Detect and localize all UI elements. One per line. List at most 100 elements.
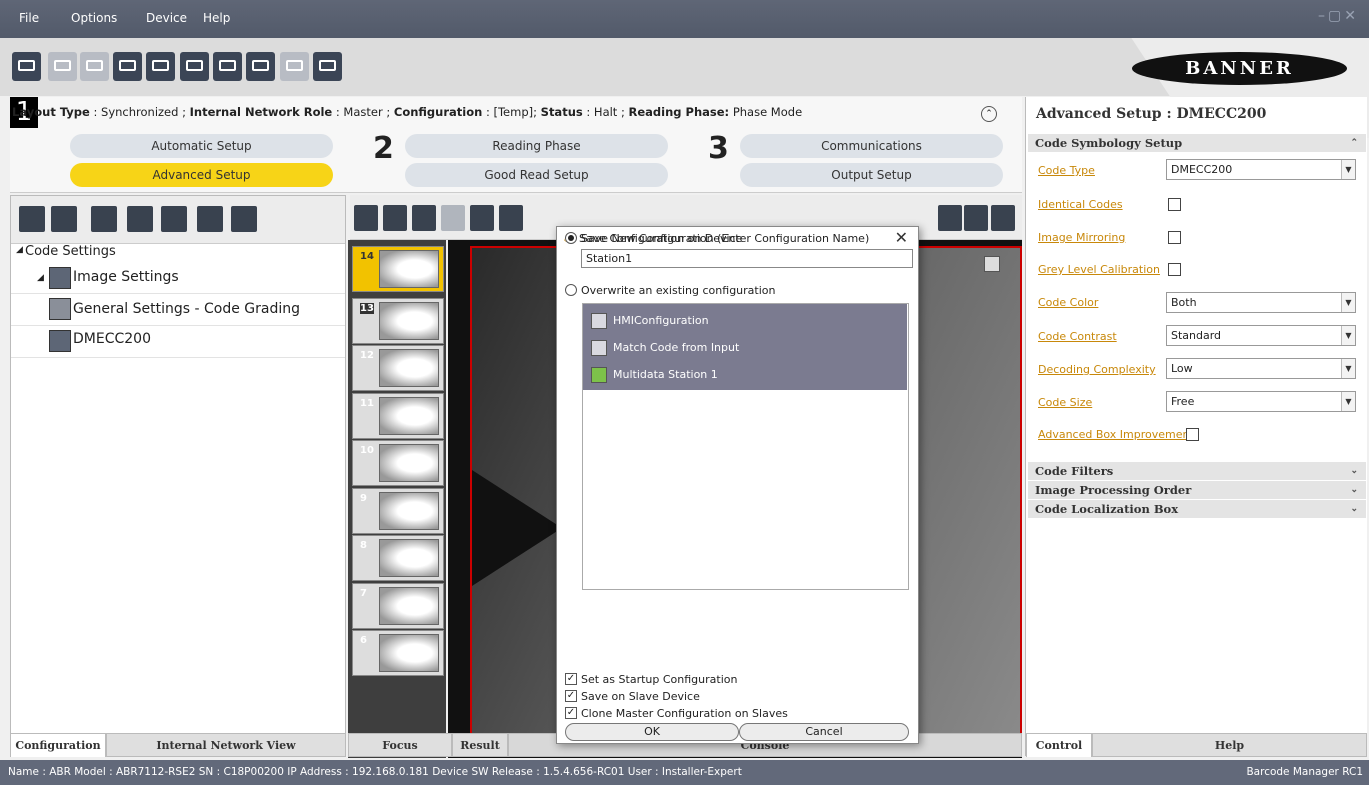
postal-code-icon[interactable]: [127, 206, 153, 232]
section-code-filters[interactable]: Code Filters ⌄: [1028, 462, 1366, 480]
save-image-icon[interactable]: [499, 205, 523, 231]
banner-logo: BANNER: [1132, 52, 1347, 85]
section-code-localization-box[interactable]: Code Localization Box ⌄: [1028, 500, 1366, 518]
thumbnail[interactable]: 14: [352, 246, 444, 292]
thumbnail[interactable]: 7: [352, 583, 444, 629]
identical-codes-checkbox[interactable]: [1168, 198, 1181, 211]
tab-configuration[interactable]: Configuration: [10, 733, 106, 757]
section-code-symbology[interactable]: Code Symbology Setup ⌃: [1028, 134, 1366, 152]
window-icon[interactable]: [113, 52, 142, 81]
active-config-icon: [591, 367, 607, 383]
grey-level-checkbox[interactable]: [1168, 263, 1181, 276]
play-icon[interactable]: [964, 205, 988, 231]
cancel-button[interactable]: Cancel: [739, 723, 909, 741]
config-file-icon: [591, 340, 607, 356]
save-configuration-dialog: ♨ Save Configuration on Device ✕ Save Ne…: [556, 226, 919, 744]
chevron-down-icon: ⌄: [1350, 466, 1358, 476]
code-type-select[interactable]: DMECC200 ▼: [1166, 159, 1356, 180]
code-color-select[interactable]: Both ▼: [1166, 292, 1356, 313]
section-image-processing-order[interactable]: Image Processing Order ⌄: [1028, 481, 1366, 499]
tree-root[interactable]: ◢ Code Settings: [11, 244, 345, 264]
decoding-complexity-select[interactable]: Low ▼: [1166, 358, 1356, 379]
main-toolbar: BANNER: [0, 38, 1369, 96]
identical-codes-label: Identical Codes: [1038, 198, 1123, 211]
image-mirroring-checkbox[interactable]: [1168, 231, 1181, 244]
menu-help[interactable]: Help: [203, 11, 230, 25]
import-icon[interactable]: [246, 52, 275, 81]
startup-checkbox[interactable]: ✓: [565, 673, 577, 685]
datamatrix-icon[interactable]: [984, 256, 1000, 272]
menu-device[interactable]: Device: [146, 11, 187, 25]
communications-button[interactable]: Communications: [740, 134, 1003, 158]
tab-help[interactable]: Help: [1092, 733, 1367, 757]
arrow-up-icon[interactable]: [354, 205, 378, 231]
thumbnail[interactable]: 12: [352, 345, 444, 391]
zoom-out-icon[interactable]: [470, 205, 494, 231]
image-mirroring-label: Image Mirroring: [1038, 231, 1126, 244]
barcode-1d-icon[interactable]: [51, 206, 77, 232]
configuration-list[interactable]: HMIConfiguration Match Code from Input M…: [582, 303, 909, 590]
code-contrast-select[interactable]: Standard ▼: [1166, 325, 1356, 346]
thumbnail[interactable]: 11: [352, 393, 444, 439]
thumbnail[interactable]: 8: [352, 535, 444, 581]
add-icon[interactable]: [19, 206, 45, 232]
good-read-setup-button[interactable]: Good Read Setup: [405, 163, 668, 187]
collapse-icon[interactable]: ⌃: [981, 106, 997, 122]
list-item[interactable]: Match Code from Input: [587, 337, 739, 359]
configuration-name-input[interactable]: Station1: [581, 249, 913, 268]
advanced-box-checkbox[interactable]: [1186, 428, 1199, 441]
send-config-icon[interactable]: [146, 52, 175, 81]
output-setup-button[interactable]: Output Setup: [740, 163, 1003, 187]
arrow-down-icon[interactable]: [383, 205, 407, 231]
tree-item-general-settings[interactable]: General Settings - Code Grading: [11, 294, 345, 326]
overwrite-label: Overwrite an existing configuration: [581, 284, 776, 297]
device-icon[interactable]: [12, 52, 41, 81]
restore-icon[interactable]: ▢: [1328, 8, 1344, 24]
delete-icon[interactable]: [197, 206, 223, 232]
load-config-icon[interactable]: [280, 52, 309, 81]
automatic-setup-button[interactable]: Automatic Setup: [70, 134, 333, 158]
tab-internal-network-view[interactable]: Internal Network View: [106, 733, 346, 757]
step-number-2: 2: [373, 131, 394, 166]
datamatrix-icon[interactable]: [91, 206, 117, 232]
ok-button[interactable]: OK: [565, 723, 739, 741]
tab-control[interactable]: Control: [1026, 733, 1092, 757]
zoom-reset-icon[interactable]: [441, 205, 465, 231]
zoom-in-icon[interactable]: [412, 205, 436, 231]
close-icon[interactable]: ✕: [1344, 8, 1359, 24]
radio-save-new[interactable]: [565, 232, 577, 244]
thumbnail[interactable]: 13: [352, 298, 444, 344]
user-settings-icon[interactable]: [80, 52, 109, 81]
slave-checkbox[interactable]: ✓: [565, 690, 577, 702]
tab-result[interactable]: Result: [452, 733, 508, 757]
tab-focus-calibration[interactable]: Focus Calibration: [348, 733, 452, 776]
network-icon[interactable]: [313, 52, 342, 81]
minimize-icon[interactable]: –: [1318, 8, 1328, 24]
grading-icon[interactable]: [231, 206, 257, 232]
tree-item-dmecc200[interactable]: DMECC200: [11, 326, 345, 358]
save-config-icon[interactable]: [180, 52, 209, 81]
save-new-label: Save New Configuration (Enter Configurat…: [581, 232, 870, 245]
status-bar: Name : ABR Model : ABR7112-RSE2 SN : C18…: [0, 760, 1369, 785]
menu-options[interactable]: Options: [71, 11, 117, 25]
window-controls[interactable]: –▢✕: [1318, 8, 1359, 24]
code-size-select[interactable]: Free ▼: [1166, 391, 1356, 412]
menu-file[interactable]: File: [19, 11, 39, 25]
thumbnail[interactable]: 10: [352, 440, 444, 486]
advanced-setup-button[interactable]: Advanced Setup: [70, 163, 333, 187]
tree-item-image-settings[interactable]: ◢ Image Settings: [11, 264, 345, 294]
code-type-label: Code Type: [1038, 164, 1095, 177]
clone-checkbox[interactable]: ✓: [565, 707, 577, 719]
export-icon[interactable]: [213, 52, 242, 81]
radio-overwrite[interactable]: [565, 284, 577, 296]
filter-icon[interactable]: [161, 206, 187, 232]
reading-phase-button[interactable]: Reading Phase: [405, 134, 668, 158]
list-item[interactable]: Multidata Station 1: [587, 364, 718, 386]
play-capture-icon[interactable]: [938, 205, 962, 231]
thumbnail[interactable]: 9: [352, 488, 444, 534]
thumbnail[interactable]: 6: [352, 630, 444, 676]
list-item[interactable]: HMIConfiguration: [587, 310, 709, 332]
code-size-label: Code Size: [1038, 396, 1093, 409]
step-forward-icon[interactable]: [991, 205, 1015, 231]
monitor-icon[interactable]: [48, 52, 77, 81]
